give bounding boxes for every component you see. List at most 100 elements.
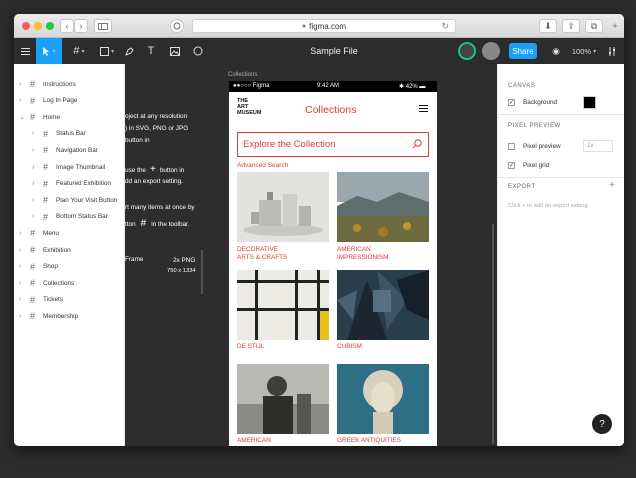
layer-item[interactable]: › # Bottom Status Bar <box>14 209 125 225</box>
move-tool-button[interactable]: ▾ <box>36 38 62 64</box>
avatar[interactable] <box>482 42 500 60</box>
downloads-button[interactable]: ⬇ <box>539 19 557 33</box>
chevron-right-icon[interactable]: › <box>19 230 21 237</box>
layer-item[interactable]: › # Exhibition <box>14 242 125 258</box>
canvas-scrollbar[interactable] <box>492 224 494 444</box>
pixel-grid-row[interactable]: ✓ Pixel grid <box>508 162 549 169</box>
tile-label[interactable]: DE STIJL <box>237 343 264 351</box>
chevron-right-icon[interactable]: › <box>32 197 34 204</box>
mondrian-painting-image <box>237 270 329 340</box>
collections-frame[interactable]: ●●○○○ Figma 9:42 AM ✱ 42% ▬ THE ART MUSE… <box>229 81 437 446</box>
layer-item[interactable]: › # Instructions <box>14 76 125 92</box>
address-bar[interactable]: ● figma.com ↻ <box>192 19 456 33</box>
comment-tool-button[interactable] <box>188 38 208 64</box>
layer-label: Plan Your Visit Button <box>56 196 118 204</box>
tile-label[interactable]: GREEK ANTIQUITIES <box>337 437 401 445</box>
search-input[interactable]: Explore the Collection <box>237 132 429 157</box>
zoom-dropdown[interactable]: 100% ▾ <box>569 38 599 64</box>
chevron-right-icon[interactable]: › <box>19 313 21 320</box>
layer-item[interactable]: › # Tickets <box>14 292 125 308</box>
pixel-preview-checkbox[interactable] <box>508 143 515 150</box>
layer-item[interactable]: › # Log In Page <box>14 93 125 109</box>
frame-label[interactable]: Collections <box>228 72 257 78</box>
museum-logo[interactable]: THE ART MUSEUM <box>237 98 261 116</box>
chevron-down-icon[interactable]: ⌄ <box>19 113 25 121</box>
menu-icon[interactable] <box>419 105 428 112</box>
close-window-button[interactable] <box>22 22 30 30</box>
properties-toggle-button[interactable] <box>604 38 620 64</box>
tile-label[interactable]: AMERICAN IMPRESSIONISM <box>337 246 389 262</box>
privacy-report-button[interactable] <box>170 19 184 33</box>
layer-item[interactable]: › # Image Thumbnail <box>14 159 125 175</box>
browser-window: ‹ › ● figma.com ↻ ⬇ ⇪ ⧉ + ▾ # ▾ ▾ T Samp… <box>14 14 624 446</box>
pixel-grid-checkbox[interactable]: ✓ <box>508 162 515 169</box>
chevron-right-icon[interactable]: › <box>32 213 34 220</box>
zoom-window-button[interactable] <box>46 22 54 30</box>
shape-tool-button[interactable]: ▾ <box>94 38 120 64</box>
background-row[interactable]: ✓ Background <box>508 96 596 109</box>
popup-scrollbar[interactable] <box>201 250 203 294</box>
pixel-preview-row[interactable]: Pixel preview 1x <box>508 140 613 152</box>
chevron-right-icon[interactable]: › <box>19 97 21 104</box>
reload-icon[interactable]: ↻ <box>441 21 449 32</box>
thumbnail-de-stijl[interactable] <box>237 270 329 340</box>
layer-item[interactable]: › # Shop <box>14 259 125 275</box>
layer-item[interactable]: › # Menu <box>14 225 125 241</box>
thumbnail-american[interactable] <box>237 364 329 434</box>
chevron-right-icon[interactable]: › <box>32 180 34 187</box>
layer-item[interactable]: › # Membership <box>14 308 125 324</box>
thumbnail-cubism[interactable] <box>337 270 429 340</box>
layer-item[interactable]: › # Status Bar <box>14 126 125 142</box>
pen-tool-button[interactable] <box>120 38 138 64</box>
avatar[interactable] <box>458 42 476 60</box>
pixel-preview-select[interactable]: 1x <box>583 140 613 152</box>
layer-item[interactable]: › # Collections <box>14 275 125 291</box>
minimize-window-button[interactable] <box>34 22 42 30</box>
chevron-right-icon[interactable]: › <box>32 130 34 137</box>
frame-tool-button[interactable]: # ▾ <box>66 38 92 64</box>
zoom-value: 100% <box>571 46 592 56</box>
chevron-right-icon[interactable]: › <box>19 280 21 287</box>
canvas[interactable]: oject at any resolution ) in SVG, PNG or… <box>125 64 497 446</box>
tile-label[interactable]: CUBISM <box>337 343 362 351</box>
advanced-search-link[interactable]: Advanced Search <box>237 162 288 169</box>
thumbnail-greek-antiquities[interactable] <box>337 364 429 434</box>
search-icon[interactable] <box>412 139 422 149</box>
chevron-right-icon[interactable]: › <box>19 81 21 88</box>
layer-label: Featured Exhibition <box>56 180 112 188</box>
plus-icon: + <box>609 180 615 191</box>
chevron-right-icon[interactable]: › <box>32 147 34 154</box>
image-tool-button[interactable] <box>166 38 184 64</box>
canvas-section-heading: CANVAS <box>508 83 536 89</box>
sidebar-toggle-button[interactable] <box>94 19 112 33</box>
back-button[interactable]: ‹ <box>60 19 74 33</box>
share-page-button[interactable]: ⇪ <box>562 19 580 33</box>
tile-label[interactable]: AMERICAN <box>237 437 271 445</box>
layer-item[interactable]: › # Featured Exhibition <box>14 176 125 192</box>
forward-button[interactable]: › <box>74 19 88 33</box>
share-button[interactable]: Share <box>509 43 537 59</box>
chevron-right-icon[interactable]: › <box>32 164 34 171</box>
chevron-right-icon[interactable]: › <box>19 296 21 303</box>
add-export-button[interactable]: + <box>609 180 615 191</box>
help-button[interactable]: ? <box>592 414 612 434</box>
thumbnail-american-impressionism[interactable] <box>337 172 429 242</box>
thumbnail-decorative-arts[interactable] <box>237 172 329 242</box>
background-checkbox[interactable]: ✓ <box>508 99 515 106</box>
tabs-button[interactable]: ⧉ <box>585 19 603 33</box>
layer-item[interactable]: › # Navigation Bar <box>14 142 125 158</box>
tile-label[interactable]: DECORATIVE ARTS & CRAFTS <box>237 246 287 262</box>
text-tool-button[interactable]: T <box>142 38 160 64</box>
tabs-icon: ⧉ <box>590 20 598 31</box>
frame-icon: # <box>73 45 80 57</box>
eye-icon: ◉ <box>552 45 560 56</box>
background-color-swatch[interactable] <box>583 96 596 109</box>
new-tab-button[interactable]: + <box>608 19 622 33</box>
chevron-right-icon[interactable]: › <box>19 247 21 254</box>
main-menu-button[interactable] <box>14 38 36 64</box>
layer-item[interactable]: ⌄ # Home <box>14 109 125 125</box>
view-mode-button[interactable]: ◉ <box>549 38 563 64</box>
chevron-right-icon[interactable]: › <box>19 263 21 270</box>
file-title[interactable]: Sample File <box>274 38 394 64</box>
layer-item[interactable]: › # Plan Your Visit Button <box>14 192 125 208</box>
